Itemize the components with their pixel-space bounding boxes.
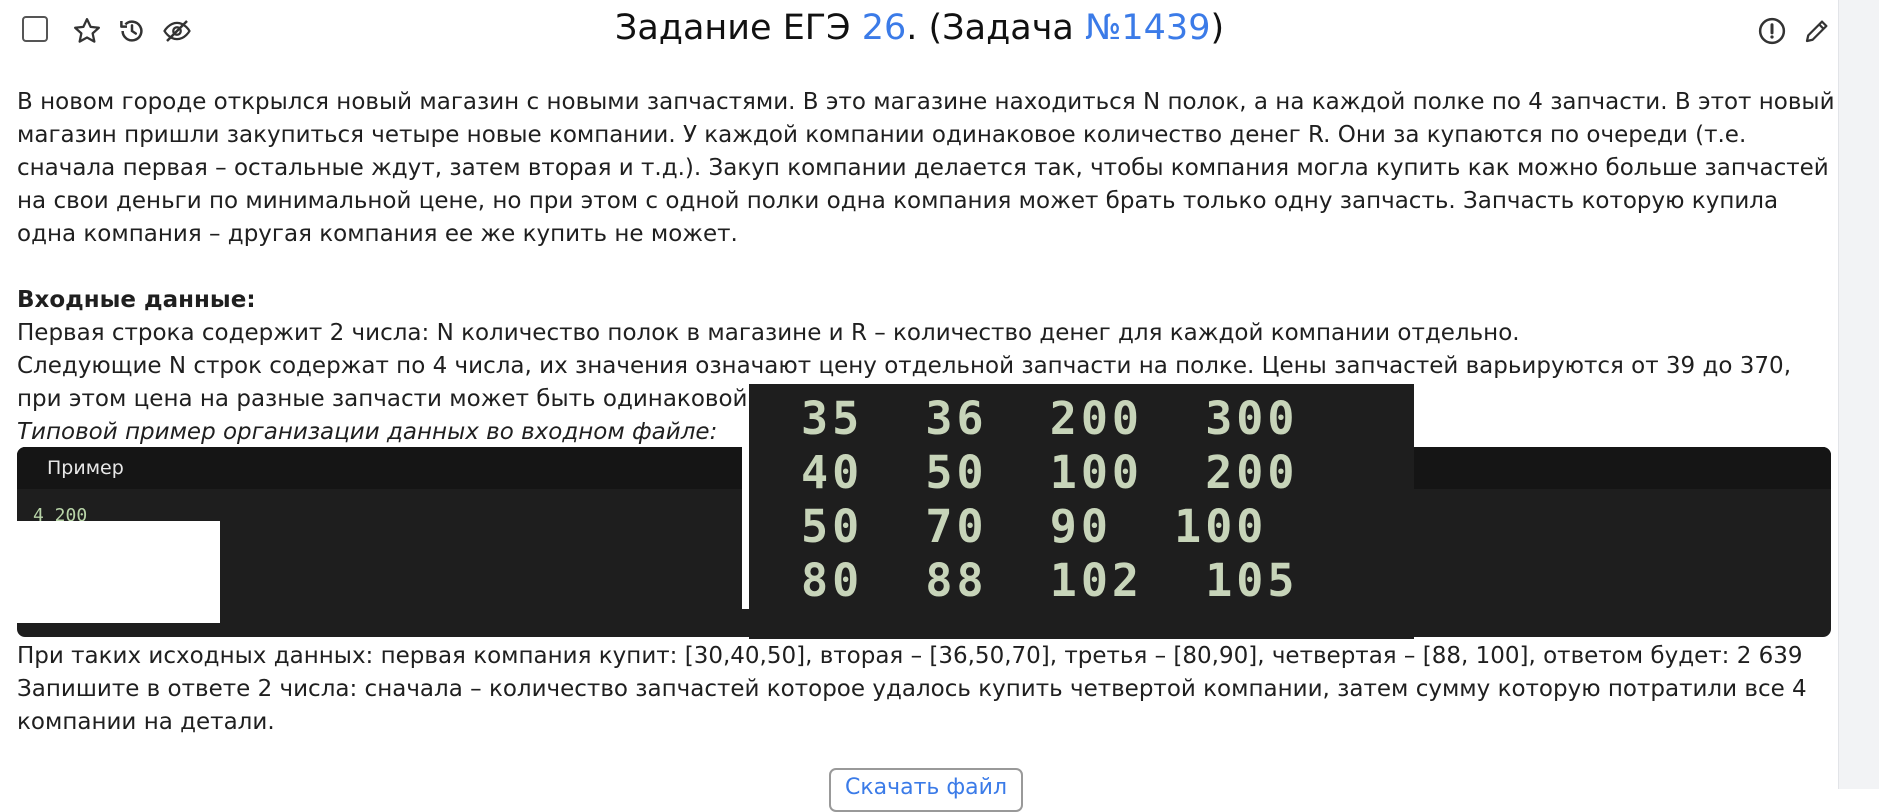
pencil-icon[interactable] bbox=[1800, 14, 1834, 48]
task-header: Задание ЕГЭ 26. (Задача №1439) bbox=[0, 0, 1839, 64]
example-row: 50 70 90 100 bbox=[801, 500, 1268, 553]
answer-section: При таких исходных данных: первая компан… bbox=[17, 640, 1837, 739]
problem-description: В новом городе открылся новый магазин с … bbox=[17, 89, 1835, 247]
title-prefix: Задание ЕГЭ bbox=[614, 8, 862, 48]
answer-instruction: Запишите в ответе 2 числа: сначала – кол… bbox=[17, 676, 1807, 735]
task-number-link[interactable]: 26 bbox=[862, 8, 907, 48]
problem-id-link[interactable]: №1439 bbox=[1085, 8, 1210, 48]
exclamation-circle-icon[interactable] bbox=[1755, 14, 1789, 48]
example-image-placeholder bbox=[17, 521, 220, 623]
example-row: 80 88 102 105 bbox=[801, 554, 1299, 607]
title-suffix: ) bbox=[1210, 8, 1225, 48]
input-heading: Входные данные: bbox=[17, 287, 256, 313]
input-description-1: Первая строка содержит 2 числа: N количе… bbox=[17, 320, 1520, 346]
title-middle: . (Задача bbox=[906, 8, 1085, 48]
example-data-image: 35 36 200 300 40 50 100 200 50 70 90 100… bbox=[749, 384, 1414, 639]
example-row: 40 50 100 200 bbox=[801, 446, 1299, 499]
download-file-button[interactable]: Скачать файл bbox=[829, 768, 1023, 812]
result-explanation: При таких исходных данных: первая компан… bbox=[17, 643, 1803, 669]
divider bbox=[742, 447, 749, 609]
page-title: Задание ЕГЭ 26. (Задача №1439) bbox=[0, 8, 1839, 48]
page-scroll-edge bbox=[1838, 0, 1879, 789]
example-row: 35 36 200 300 bbox=[801, 392, 1299, 445]
